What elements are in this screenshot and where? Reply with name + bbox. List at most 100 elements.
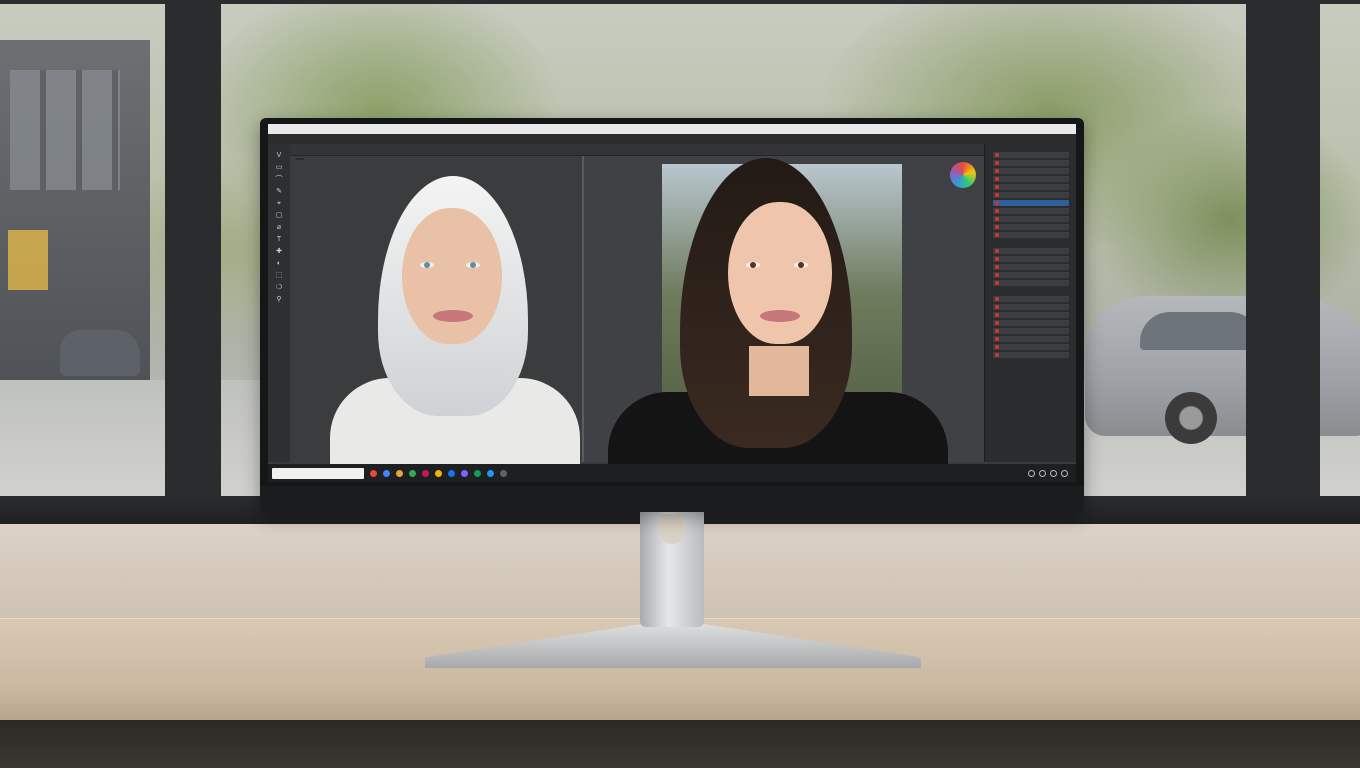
layer-visibility-icon[interactable] xyxy=(995,217,999,221)
tool-icon[interactable]: V xyxy=(277,152,282,159)
color-wheel-icon[interactable] xyxy=(950,162,976,188)
layer-visibility-icon[interactable] xyxy=(995,273,999,277)
layer-row[interactable] xyxy=(993,152,1069,158)
monitor: V ▭ ⌒ ✎ ⌖ ▢ ⌀ T ✚ ◐ ⬚ ❍ ⚲ xyxy=(260,118,1084,512)
layer-visibility-icon[interactable] xyxy=(995,297,999,301)
layer-row[interactable] xyxy=(993,304,1069,310)
tool-icon[interactable]: ✚ xyxy=(276,248,282,255)
layer-visibility-icon[interactable] xyxy=(995,177,999,181)
layer-row[interactable] xyxy=(993,352,1069,358)
taskbar-app-icon[interactable] xyxy=(487,469,494,477)
tool-icon[interactable]: ▢ xyxy=(276,212,283,219)
layer-row[interactable] xyxy=(993,232,1069,238)
layer-row[interactable] xyxy=(993,160,1069,166)
tray-icon[interactable] xyxy=(1028,469,1035,477)
taskbar-app-icon[interactable] xyxy=(383,469,390,477)
layer-visibility-icon[interactable] xyxy=(995,249,999,253)
layer-visibility-icon[interactable] xyxy=(995,233,999,237)
layer-row[interactable] xyxy=(993,248,1069,254)
layer-visibility-icon[interactable] xyxy=(995,305,999,309)
layer-row[interactable] xyxy=(993,176,1069,182)
car-window xyxy=(1140,312,1260,350)
layer-visibility-icon[interactable] xyxy=(995,329,999,333)
layer-row[interactable] xyxy=(993,336,1069,342)
layer-visibility-icon[interactable] xyxy=(995,353,999,357)
tool-icon[interactable]: ❍ xyxy=(276,284,282,291)
layer-visibility-icon[interactable] xyxy=(995,313,999,317)
layer-row[interactable] xyxy=(993,312,1069,318)
layer-visibility-icon[interactable] xyxy=(995,345,999,349)
tool-icon[interactable]: ▭ xyxy=(276,164,283,171)
layer-visibility-icon[interactable] xyxy=(995,161,999,165)
taskbar-app-icon[interactable] xyxy=(500,469,507,477)
tool-icon[interactable]: ⚲ xyxy=(276,296,281,303)
layer-row[interactable] xyxy=(993,328,1069,334)
portrait-left-face xyxy=(402,208,502,344)
os-taskbar xyxy=(268,464,1076,482)
layer-row[interactable] xyxy=(993,168,1069,174)
tool-icon[interactable]: ◐ xyxy=(277,260,281,267)
building-background xyxy=(0,40,150,380)
taskbar-search-box[interactable] xyxy=(272,467,364,479)
monitor-chin xyxy=(260,486,1084,512)
tools-panel: V ▭ ⌒ ✎ ⌖ ▢ ⌀ T ✚ ◐ ⬚ ❍ ⚲ xyxy=(268,144,290,462)
layer-visibility-icon[interactable] xyxy=(995,169,999,173)
taskbar-app-icons xyxy=(370,469,507,477)
taskbar-app-icon[interactable] xyxy=(409,469,416,477)
window-frame-top xyxy=(0,0,1360,4)
layer-row[interactable] xyxy=(993,184,1069,190)
layer-visibility-icon[interactable] xyxy=(995,193,999,197)
layer-row[interactable] xyxy=(993,280,1069,286)
portrait-right-neck xyxy=(749,346,809,396)
tool-options-bar xyxy=(282,144,1076,156)
layer-row[interactable] xyxy=(993,200,1069,206)
layer-row[interactable] xyxy=(993,192,1069,198)
layer-visibility-icon[interactable] xyxy=(995,265,999,269)
editor-title-bar xyxy=(268,124,1076,134)
layer-row[interactable] xyxy=(993,272,1069,278)
layer-visibility-icon[interactable] xyxy=(995,337,999,341)
taskbar-app-icon[interactable] xyxy=(435,469,442,477)
layer-visibility-icon[interactable] xyxy=(995,153,999,157)
taskbar-app-icon[interactable] xyxy=(461,469,468,477)
tool-icon[interactable]: T xyxy=(277,236,281,243)
taskbar-app-icon[interactable] xyxy=(474,469,481,477)
tray-icon[interactable] xyxy=(1050,469,1057,477)
tool-icon[interactable]: ⌀ xyxy=(277,224,281,231)
portrait-right-eye xyxy=(794,262,808,268)
layer-row[interactable] xyxy=(993,256,1069,262)
layer-visibility-icon[interactable] xyxy=(995,209,999,213)
document-left-canvas[interactable] xyxy=(292,156,582,468)
taskbar-app-icon[interactable] xyxy=(448,469,455,477)
tool-icon[interactable]: ✎ xyxy=(276,188,282,195)
tray-icon[interactable] xyxy=(1061,469,1068,477)
monitor-stand-cable-hole xyxy=(660,514,684,544)
document-right-canvas[interactable] xyxy=(584,156,984,472)
document-tab-left[interactable] xyxy=(296,158,304,160)
tool-icon[interactable]: ⬚ xyxy=(276,272,283,279)
layer-visibility-icon[interactable] xyxy=(995,257,999,261)
layer-row[interactable] xyxy=(993,216,1069,222)
window-mullion-left xyxy=(165,0,221,520)
room-scene: V ▭ ⌒ ✎ ⌖ ▢ ⌀ T ✚ ◐ ⬚ ❍ ⚲ xyxy=(0,0,1360,768)
layer-visibility-icon[interactable] xyxy=(995,201,999,205)
layer-visibility-icon[interactable] xyxy=(995,225,999,229)
tray-icon[interactable] xyxy=(1039,469,1046,477)
taskbar-app-icon[interactable] xyxy=(396,469,403,477)
parked-car-left xyxy=(60,330,140,376)
taskbar-app-icon[interactable] xyxy=(422,469,429,477)
layer-visibility-icon[interactable] xyxy=(995,281,999,285)
layer-row[interactable] xyxy=(993,208,1069,214)
layer-row[interactable] xyxy=(993,320,1069,326)
tool-icon[interactable]: ⌖ xyxy=(277,200,281,207)
layer-visibility-icon[interactable] xyxy=(995,321,999,325)
layer-row[interactable] xyxy=(993,296,1069,302)
window-mullion-right xyxy=(1246,0,1320,520)
taskbar-app-icon[interactable] xyxy=(370,469,377,477)
layer-row[interactable] xyxy=(993,264,1069,270)
system-tray xyxy=(1028,469,1076,477)
tool-icon[interactable]: ⌒ xyxy=(276,176,283,183)
layer-visibility-icon[interactable] xyxy=(995,185,999,189)
layer-row[interactable] xyxy=(993,344,1069,350)
layer-row[interactable] xyxy=(993,224,1069,230)
